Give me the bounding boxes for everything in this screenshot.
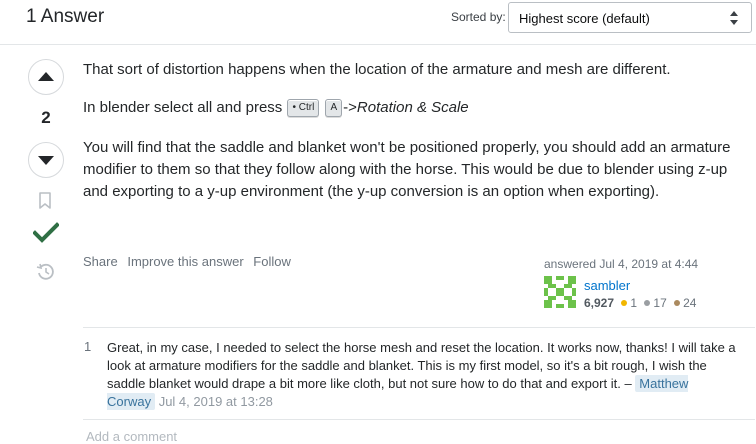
- sort-select[interactable]: Highest score (default): [508, 2, 752, 33]
- comment-body: Great, in my case, I needed to select th…: [107, 339, 737, 411]
- downvote-icon: [38, 156, 54, 165]
- answer-paragraph-3: You will find that the saddle and blanke…: [83, 139, 731, 200]
- answer-paragraph-2: In blender select all and press • Ctrl A…: [83, 97, 743, 119]
- sorted-by-label: Sorted by:: [451, 10, 506, 24]
- comment-score: 1: [84, 339, 92, 354]
- answer-p2-italic: Rotation & Scale: [356, 99, 469, 116]
- answered-time[interactable]: answered Jul 4, 2019 at 4:44: [544, 257, 698, 271]
- gold-badge-count: 1: [630, 296, 638, 310]
- vote-count: 2: [41, 108, 51, 127]
- reputation-score: 6,927: [584, 296, 615, 310]
- bronze-badge-count: 24: [683, 296, 697, 310]
- upvote-button[interactable]: [28, 59, 64, 95]
- comments-top-divider: [83, 327, 755, 328]
- user-name-link[interactable]: sambler: [584, 278, 630, 293]
- answer-p2-arrow: ->: [343, 99, 357, 116]
- bronze-badge-icon: [674, 300, 681, 306]
- answer-paragraph-1: That sort of distortion happens when the…: [83, 61, 671, 78]
- downvote-button[interactable]: [28, 142, 64, 178]
- comments-bottom-divider: [83, 419, 755, 420]
- history-icon[interactable]: [36, 262, 56, 282]
- answer-p2-prefix: In blender select all and press: [83, 99, 283, 116]
- comment-dash: –: [624, 376, 632, 391]
- post-menu: Share Improve this answer Follow: [83, 254, 297, 269]
- silver-badge-icon: [644, 300, 651, 306]
- user-avatar[interactable]: [544, 276, 576, 308]
- comment-date[interactable]: Jul 4, 2019 at 13:28: [159, 394, 273, 409]
- accepted-check-icon: [33, 222, 59, 243]
- sort-arrows-icon: [730, 11, 738, 25]
- user-stats: 6,927 1 17 24: [584, 296, 696, 310]
- share-link[interactable]: Share: [83, 254, 118, 269]
- kbd-ctrl: • Ctrl: [287, 99, 320, 117]
- upvote-icon: [38, 72, 54, 81]
- answers-count-heading: 1 Answer: [26, 6, 105, 27]
- gold-badge-icon: [621, 300, 628, 306]
- kbd-a: A: [325, 99, 343, 117]
- header-divider: [0, 44, 756, 45]
- follow-link[interactable]: Follow: [253, 254, 291, 269]
- silver-badge-count: 17: [653, 296, 667, 310]
- sort-select-value: Highest score (default): [519, 11, 650, 26]
- improve-answer-link[interactable]: Improve this answer: [127, 254, 243, 269]
- bookmark-icon[interactable]: [38, 192, 52, 210]
